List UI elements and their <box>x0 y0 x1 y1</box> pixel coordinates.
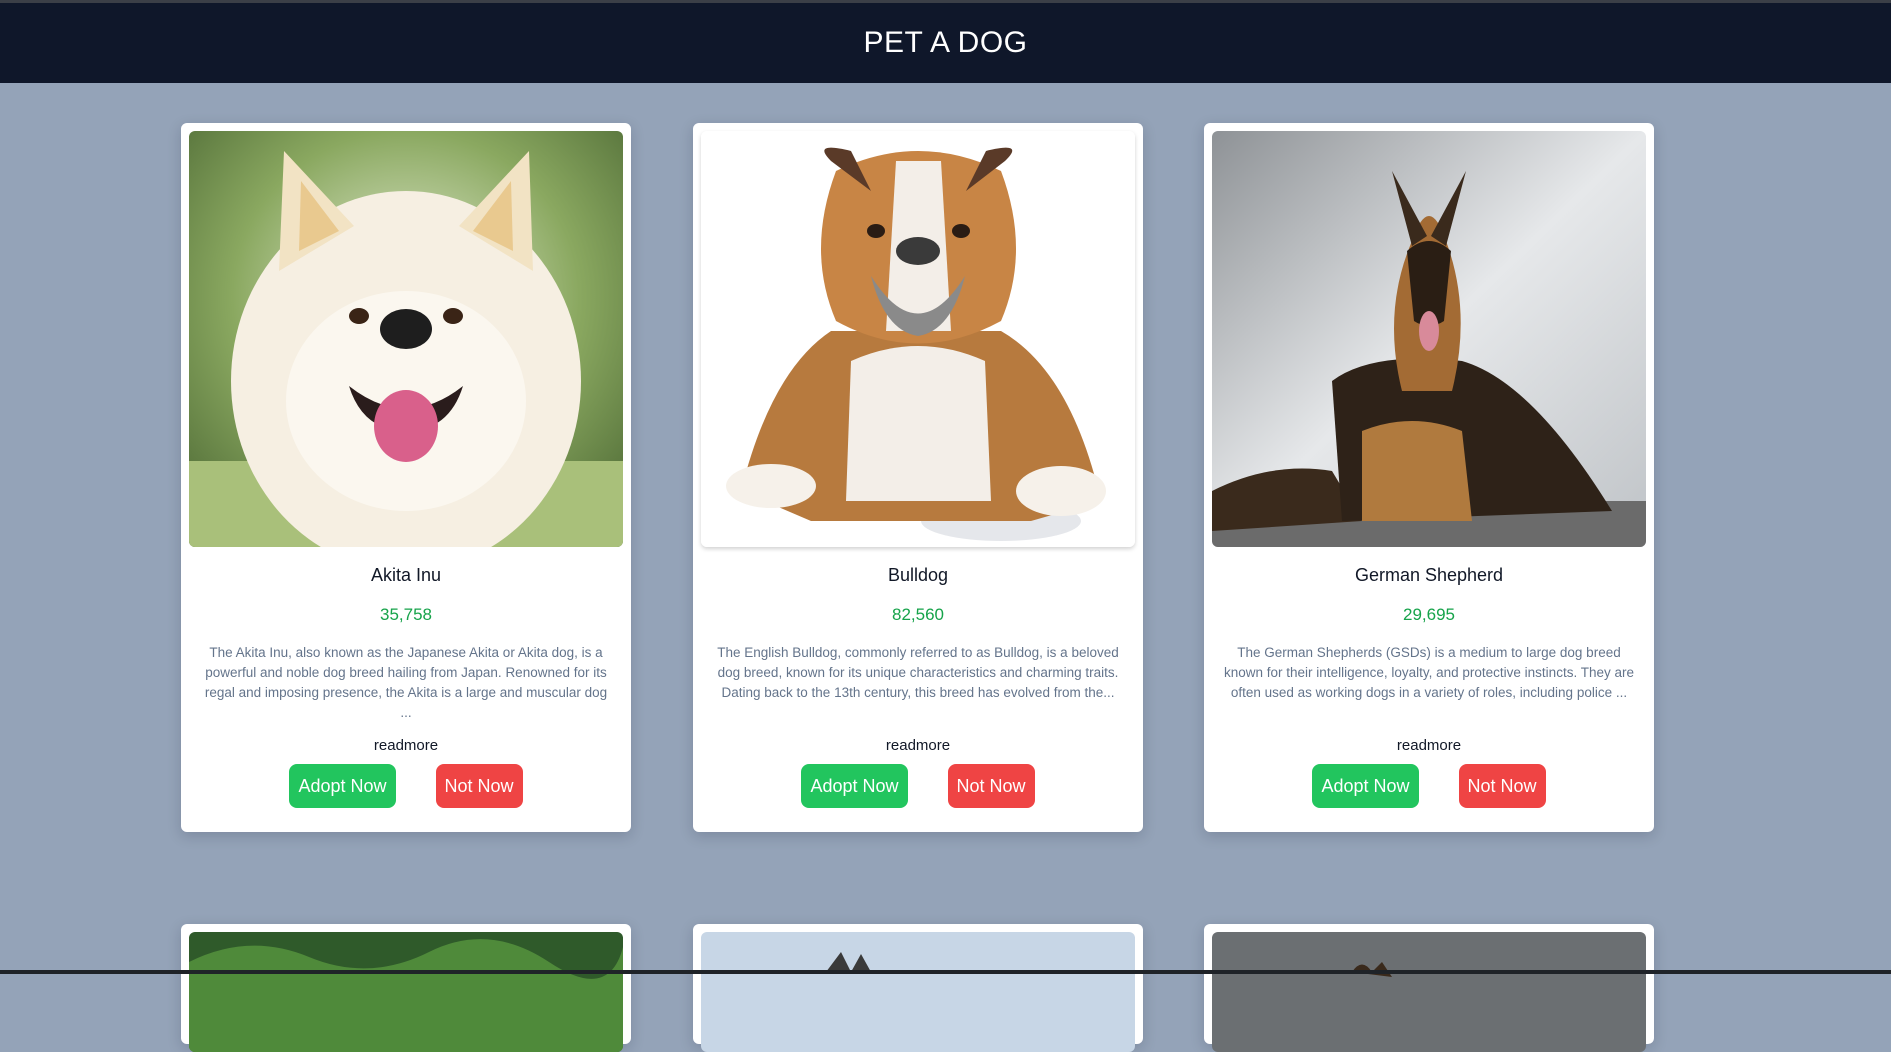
card-actions: Adopt Now Not Now <box>1212 764 1646 808</box>
dog-card-partial <box>181 924 631 1052</box>
bulldog-photo <box>701 131 1135 547</box>
dog-price: 29,695 <box>1403 605 1455 624</box>
dog-card-partial <box>693 924 1143 1052</box>
dog-photo <box>189 932 623 1052</box>
adopt-now-button[interactable]: Adopt Now <box>289 764 396 808</box>
page-title: PET A DOG <box>863 26 1028 59</box>
dog-photo <box>701 932 1135 1052</box>
dog-name: Akita Inu <box>370 565 442 585</box>
dog-card-bulldog: Bulldog 82,560 The English Bulldog, comm… <box>693 123 1143 832</box>
window-bottom-border <box>0 970 1891 974</box>
dog-photo <box>1212 932 1646 1052</box>
dog-card-partial <box>1204 924 1654 1052</box>
adopt-now-button[interactable]: Adopt Now <box>1312 764 1419 808</box>
not-now-button[interactable]: Not Now <box>435 764 523 808</box>
dog-description: The German Shepherds (GSDs) is a medium … <box>1224 645 1634 700</box>
dog-description: The Akita Inu, also known as the Japanes… <box>204 645 608 720</box>
readmore-link[interactable]: readmore <box>701 737 1135 754</box>
not-now-button[interactable]: Not Now <box>947 764 1035 808</box>
page-header: PET A DOG <box>0 3 1891 83</box>
readmore-link[interactable]: readmore <box>1212 737 1646 754</box>
card-actions: Adopt Now Not Now <box>701 764 1135 808</box>
not-now-button[interactable]: Not Now <box>1458 764 1546 808</box>
card-actions: Adopt Now Not Now <box>189 764 623 808</box>
german-shepherd-photo <box>1212 131 1646 547</box>
dog-price: 82,560 <box>892 605 944 624</box>
dog-name: German Shepherd <box>1354 565 1504 585</box>
dog-name: Bulldog <box>887 565 949 585</box>
dog-card-akita: Akita Inu 35,758 The Akita Inu, also kno… <box>181 123 631 832</box>
readmore-link[interactable]: readmore <box>189 737 623 754</box>
dog-description: The English Bulldog, commonly referred t… <box>717 645 1119 700</box>
dog-price: 35,758 <box>380 605 432 624</box>
adopt-now-button[interactable]: Adopt Now <box>801 764 908 808</box>
dog-card-german-shepherd: German Shepherd 29,695 The German Shephe… <box>1204 123 1654 832</box>
akita-inu-photo <box>189 131 623 547</box>
